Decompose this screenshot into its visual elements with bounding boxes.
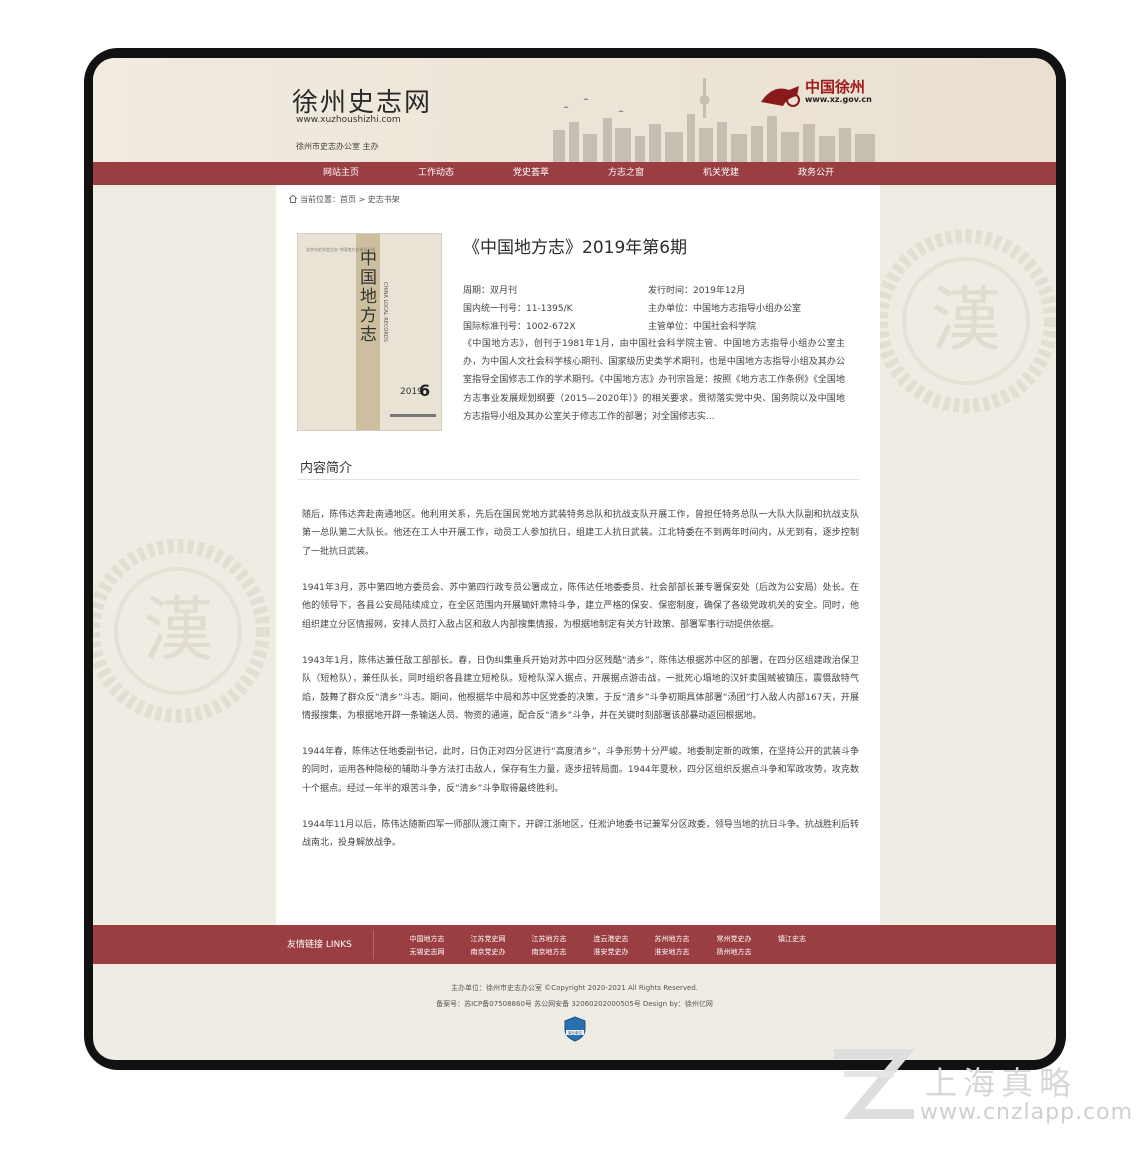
breadcrumb-prefix: 当前位置： — [300, 195, 340, 204]
friend-link[interactable]: 连云港史志 — [594, 934, 629, 944]
intro-title: 内容简介 — [300, 461, 353, 476]
seal-char: 漢 — [143, 589, 213, 671]
site-host: 徐州市史志办公室 主办 — [296, 142, 379, 151]
cover-title: 中国地方志 — [360, 249, 377, 345]
meta-supervisor: 主管单位：中国社会科学院 — [648, 322, 757, 332]
nav-item-gov-affairs[interactable]: 政务公开 — [798, 162, 834, 185]
seal-char: 漢 — [931, 279, 1001, 361]
intro-paragraph: 1943年1月，陈伟达兼任敌工部部长。春，日伪纠集重兵开始对苏中四分区残酷“清乡… — [302, 656, 859, 721]
friend-link[interactable]: 江苏地方志 — [532, 934, 567, 944]
section-divider — [297, 479, 859, 480]
book-description: 《中国地方志》，创刊于1981年1月，由中国社会科学院主管、中国地方志指导小组办… — [463, 339, 845, 422]
links-divider — [373, 930, 374, 959]
book-cover-image: 北京市史学会主办 中国地方志指导小组 中国地方志 CHINA LOCAL REC… — [297, 233, 442, 431]
breadcrumb-separator: > — [356, 195, 368, 204]
meta-issn: 国际标准刊号：1002-672X — [463, 322, 576, 332]
breadcrumb: 当前位置：首页 > 史志书架 — [289, 194, 400, 205]
friend-links-bar — [93, 925, 1056, 964]
meta-period: 周期：双月刊 — [463, 286, 518, 296]
friend-link[interactable]: 扬州地方志 — [717, 947, 752, 957]
book-title: 《中国地方志》2019年第6期 — [463, 238, 688, 258]
friend-link[interactable]: 江苏党史网 — [471, 934, 506, 944]
nav-item-home[interactable]: 网站主页 — [323, 162, 359, 185]
copyright-text: 主办单位：徐州市史志办公室 ©Copyright 2020-2021 All R… — [450, 984, 699, 992]
badge-label: 事业单位 — [568, 1030, 582, 1035]
site-url: www.xuzhoushizhi.com — [296, 115, 401, 125]
friend-link[interactable]: 常州党史办 — [717, 934, 752, 944]
record-text[interactable]: 备案号：苏ICP备07508860号 苏公网安备 32060202000505号… — [93, 999, 1056, 1009]
friend-link[interactable]: 淮安党史办 — [594, 947, 629, 957]
seal-watermark-left: 漢 — [93, 539, 270, 723]
site-title[interactable]: 徐州史志网 — [292, 82, 432, 119]
nav-item-party-history[interactable]: 党史荟萃 — [513, 162, 549, 185]
friend-link[interactable]: 淮安地方志 — [655, 947, 690, 957]
friend-links-label: 友情链接 LINKS — [287, 940, 352, 950]
friend-link[interactable]: 无锡史志网 — [410, 947, 445, 957]
public-institution-badge-icon[interactable]: 事业单位 — [563, 1016, 587, 1042]
nav-item-party-building[interactable]: 机关党建 — [703, 162, 739, 185]
meta-sponsor: 主办单位：中国地方志指导小组办公室 — [648, 304, 802, 314]
friend-link[interactable]: 南京地方志 — [532, 947, 567, 957]
friend-link[interactable]: 南京党史办 — [471, 947, 506, 957]
home-icon — [289, 195, 297, 203]
friend-link[interactable]: 中国地方志 — [410, 934, 445, 944]
brand-url: www.xz.gov.cn — [805, 95, 872, 104]
corner-watermark-cn: 上海真略 — [925, 1064, 1078, 1102]
meta-cn-number: 国内统一刊号：11-1395/K — [463, 304, 573, 314]
meta-release: 发行时间：2019年12月 — [648, 286, 746, 296]
nav-item-work-news[interactable]: 工作动态 — [418, 162, 454, 185]
cover-issue: 6 — [419, 381, 431, 400]
browser-screen: 漢 漢 徐州史志网 www.xuzhoushizhi.com 徐州市史志办公室 … — [93, 58, 1056, 1060]
friend-link[interactable]: 镇江史志 — [778, 934, 806, 944]
seal-watermark-right: 漢 — [874, 229, 1056, 413]
intro-paragraph: 1944年春，陈伟达任地委副书记，此时，日伪正对四分区进行“高度清乡”，斗争形势… — [302, 747, 859, 794]
cover-bottom-bar — [390, 414, 436, 417]
main-nav: 网站主页 工作动态 党史荟萃 方志之窗 机关党建 政务公开 — [93, 162, 1056, 185]
intro-paragraph: 1944年11月以后，陈伟达随新四军一师部队渡江南下，开辟江浙地区，任淞沪地委书… — [302, 820, 859, 849]
breadcrumb-current[interactable]: 史志书架 — [368, 195, 400, 204]
intro-paragraph: 随后，陈伟达奔赴南通地区。他利用关系，先后在国民党地方武装特务总队和抗战支队开展… — [302, 510, 859, 557]
breadcrumb-home-link[interactable]: 首页 — [340, 195, 356, 204]
site-header: 徐州史志网 www.xuzhoushizhi.com 徐州市史志办公室 主办 中… — [93, 58, 1056, 162]
cover-english: CHINA LOCAL RECORDS — [382, 282, 388, 342]
intro-paragraph: 1941年3月，苏中第四地方委员会、苏中第四行政专员公署成立，陈伟达任地委委员、… — [302, 583, 859, 630]
corner-watermark-url: www.cnzlapp.com — [920, 1100, 1134, 1125]
nav-item-local-records[interactable]: 方志之窗 — [608, 162, 644, 185]
friend-link[interactable]: 苏州地方志 — [655, 934, 690, 944]
brand-name[interactable]: 中国徐州 — [805, 76, 865, 97]
